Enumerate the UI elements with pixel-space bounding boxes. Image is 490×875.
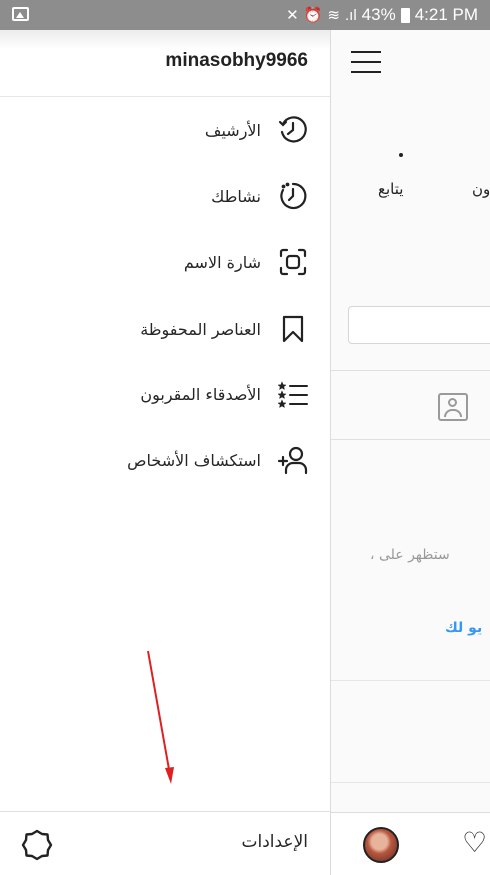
alarm-icon: ⏰ [303,7,323,24]
profile-avatar-tab[interactable] [363,827,399,863]
profile-page-background: يتابع ون ، ستظهر على يو لك ♡ [330,30,490,875]
edit-profile-button[interactable] [348,306,490,344]
clock: 4:21 PM [414,5,478,24]
status-bar: ✕ ⏰ ≋ .ıl 43% 4:21 PM [0,0,490,30]
divider [330,680,490,681]
tagged-photos-icon[interactable] [438,393,468,421]
followers-label-partial[interactable]: ون [472,180,490,198]
following-count-dot [399,153,403,157]
settings-row[interactable]: الإعدادات [0,811,330,875]
following-label[interactable]: يتابع [378,180,403,198]
side-drawer: minasobhy9966 الأرشيف نشاطك شارة الاسم ا… [0,30,331,875]
profile-tabs [330,370,490,440]
mute-icon: ✕ [286,7,299,24]
menu-hamburger-icon[interactable] [351,51,381,73]
signal-icon: .ıl [344,6,357,24]
gear-icon [20,828,54,862]
wifi-icon: ≋ [327,7,340,24]
annotation-arrow [147,650,174,784]
gallery-notification-icon [12,7,29,21]
bottom-navigation: ♡ [330,812,490,875]
empty-state-link[interactable]: يو لك [445,620,482,636]
divider [330,782,490,783]
settings-label: الإعدادات [241,832,308,852]
heart-icon[interactable]: ♡ [462,829,487,857]
empty-state-text: ، ستظهر على [370,547,450,563]
battery-icon [400,7,410,23]
battery-percent: 43% [361,5,396,24]
status-bar-right: ✕ ⏰ ≋ .ıl 43% 4:21 PM [286,0,478,30]
